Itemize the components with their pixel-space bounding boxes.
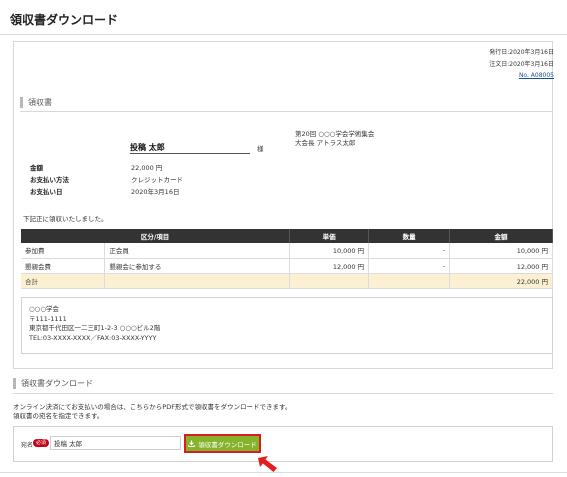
receipt-heading: 領収書	[20, 97, 52, 108]
total-amount: 22,000 円	[449, 273, 553, 289]
total-blank	[368, 273, 451, 289]
total-blank	[289, 273, 370, 289]
receipt-meta: 発行日:2020年3月16日 注文日:2020年3月16日 No. A08005	[489, 47, 554, 82]
organizer-block: 第20回 ○○○学会学術集会 大会長 アトラス太郎	[295, 130, 374, 147]
pointer-arrow-icon	[258, 456, 277, 472]
received-statement: 下記正に領収いたしました。	[23, 215, 108, 223]
download-heading-rule	[13, 393, 553, 394]
amount-value: 22,000 円	[131, 164, 163, 172]
issuer-box: ○○○学会 〒111-1111 東京都千代田区一二三町1-2-3 ○○○ビル2階…	[21, 297, 553, 354]
payment-date-value: 2020年3月16日	[131, 188, 180, 196]
row-category: 懇親会費	[21, 258, 106, 274]
organizer-line1: 第20回 ○○○学会学術集会	[295, 130, 375, 138]
total-row: 合計 22,000 円	[21, 273, 553, 289]
row-category: 参加費	[21, 243, 106, 259]
page-title: 領収書ダウンロード	[10, 13, 119, 27]
order-date: 注文日:2020年3月16日	[489, 60, 554, 68]
col-header-unit-price: 単価	[289, 229, 370, 243]
issuer-address: 東京都千代田区一二三町1-2-3 ○○○ビル2階	[29, 324, 161, 332]
payment-date-label: お支払い日	[30, 188, 63, 196]
download-desc-line2: 領収書の宛名を指定できます。	[13, 412, 104, 420]
issuer-phone: TEL:03-XXXX-XXXX／FAX:03-XXXX-YYYY	[29, 333, 157, 342]
recipient-name: 投稿 太郎	[130, 143, 165, 152]
total-blank	[104, 273, 291, 289]
row-item: 懇親会に参加する	[104, 258, 291, 274]
amount-label: 金額	[30, 164, 43, 172]
issue-date: 発行日:2020年3月16日	[489, 49, 554, 56]
row-qty: -	[368, 243, 451, 259]
issuer-postal: 〒111-1111	[29, 314, 67, 323]
row-amount: 12,000 円	[449, 258, 553, 274]
recipient-underline	[130, 153, 250, 154]
row-unit-price: 10,000 円	[289, 243, 370, 259]
download-button-label: 領収書ダウンロード	[198, 440, 257, 449]
items-table: 区分/項目 単価 数量 金額 参加費 正会員 10,000 円 - 10,000…	[21, 229, 553, 289]
download-description: オンライン決済にてお支払いの場合は、こちらからPDF形式で領収書をダウンロードで…	[13, 403, 291, 421]
order-number-link[interactable]: No. A08005	[489, 70, 554, 82]
row-amount: 10,000 円	[449, 243, 553, 259]
total-label: 合計	[21, 273, 106, 289]
row-qty: -	[368, 258, 451, 274]
payment-method-label: お支払い方法	[30, 176, 69, 184]
table-row: 懇親会費 懇親会に参加する 12,000 円 - 12,000 円	[21, 258, 553, 274]
organizer-line2: 大会長 アトラス太郎	[295, 138, 356, 147]
col-header-amount: 金額	[449, 229, 553, 243]
honorific: 様	[257, 145, 264, 153]
row-unit-price: 12,000 円	[289, 258, 370, 274]
table-header-row: 区分/項目 単価 数量 金額	[21, 229, 553, 243]
required-badge: 必須	[33, 439, 50, 447]
download-icon	[188, 440, 196, 447]
col-header-category: 区分/項目	[21, 229, 291, 243]
download-receipt-button[interactable]: 領収書ダウンロード	[184, 434, 261, 453]
col-header-qty: 数量	[368, 229, 451, 243]
bottom-divider	[0, 472, 567, 473]
addressee-input[interactable]	[50, 436, 181, 450]
row-item: 正会員	[104, 243, 291, 259]
download-heading: 領収書ダウンロード	[13, 378, 93, 389]
title-divider	[0, 34, 567, 35]
issuer-name: ○○○学会	[29, 305, 60, 313]
download-desc-line1: オンライン決済にてお支払いの場合は、こちらからPDF形式で領収書をダウンロードで…	[13, 403, 292, 411]
table-row: 参加費 正会員 10,000 円 - 10,000 円	[21, 243, 553, 259]
payment-method-value: クレジットカード	[131, 176, 183, 184]
addressee-label: 宛名	[21, 442, 34, 449]
receipt-heading-rule	[20, 111, 552, 112]
